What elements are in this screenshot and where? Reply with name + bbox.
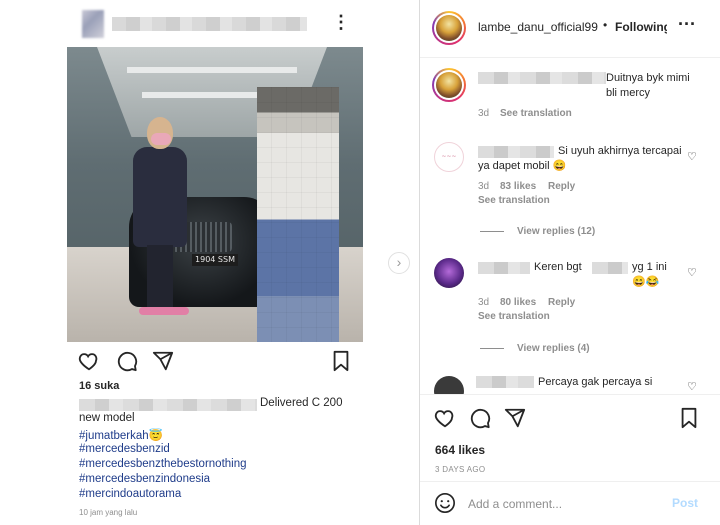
avatar[interactable]: ~~~ xyxy=(434,142,464,172)
caption-line: new model xyxy=(79,412,135,424)
hashtag-link[interactable]: #jumatberkah😇 xyxy=(79,428,163,442)
avatar[interactable] xyxy=(432,11,466,45)
license-plate: 1904 SSM xyxy=(192,254,238,266)
avatar[interactable] xyxy=(432,68,466,102)
comment-likes[interactable]: 83 likes xyxy=(500,181,536,192)
heart-icon[interactable]: ♡ xyxy=(687,380,697,393)
avatar[interactable] xyxy=(434,258,464,288)
post-action-bar xyxy=(78,350,353,374)
pixelated-person xyxy=(257,87,339,342)
next-image-arrow-icon[interactable]: › xyxy=(388,252,410,274)
heart-icon[interactable] xyxy=(434,407,456,429)
comment-icon[interactable] xyxy=(469,407,491,429)
heart-icon[interactable] xyxy=(78,350,100,372)
comment-text: Si uyuh akhirnya tercapai ya dapet mobil… xyxy=(478,145,682,172)
comment-text: Keren bgt xyxy=(534,261,582,273)
heart-icon[interactable]: ♡ xyxy=(687,150,697,163)
post-header: ⋮ xyxy=(72,8,362,40)
embedded-post-screenshot: ⋮ 1904 SSM 16 suka Delivered C 200 new m… xyxy=(0,0,420,525)
blurred-avatar xyxy=(82,10,104,38)
blurred-mention xyxy=(592,262,628,274)
reply-button[interactable]: Reply xyxy=(548,297,575,308)
heart-icon[interactable]: ♡ xyxy=(687,266,697,279)
comments-pane: lambe_danu_official99 • Following ··· Du… xyxy=(420,0,720,525)
person-figure xyxy=(129,117,189,317)
comment-item: Percaya gak percaya si ♡ xyxy=(420,372,720,394)
blurred-commenter xyxy=(476,376,534,388)
see-translation-link[interactable]: See translation xyxy=(500,108,572,119)
comment-text: yg 1 ini 😄😂 xyxy=(632,261,667,288)
view-replies-button[interactable]: View replies (4) xyxy=(517,343,590,354)
hashtag-link[interactable]: #mercedesbenzthebestornothing xyxy=(79,458,247,470)
view-replies-line xyxy=(480,348,504,349)
comment-time: 3d xyxy=(478,297,490,308)
share-icon[interactable] xyxy=(152,350,174,372)
avatar[interactable] xyxy=(434,376,464,394)
comment-icon[interactable] xyxy=(116,350,138,372)
view-replies-button[interactable]: View replies (12) xyxy=(517,226,595,237)
reply-button[interactable]: Reply xyxy=(548,181,575,192)
hashtag-link[interactable]: #mercindoautorama xyxy=(79,488,181,500)
comment-text: Percaya gak percaya si xyxy=(538,376,653,388)
see-translation-link[interactable]: See translation xyxy=(478,311,550,322)
comment-time: 3d xyxy=(478,181,490,192)
add-comment-input[interactable] xyxy=(468,495,668,513)
following-button[interactable]: Following xyxy=(615,20,667,34)
comment-time: 3d xyxy=(478,108,490,119)
hashtag-link[interactable]: #mercedesbenzid xyxy=(79,443,170,455)
caption-text: Delivered C 200 xyxy=(260,397,343,409)
emoji-icon[interactable] xyxy=(434,492,456,514)
separator-dot: • xyxy=(603,18,608,32)
see-translation-link[interactable]: See translation xyxy=(478,195,550,206)
post-header: lambe_danu_official99 • Following ··· xyxy=(420,0,720,58)
blurred-username xyxy=(112,17,307,31)
post-button[interactable]: Post xyxy=(672,496,698,510)
more-vertical-icon[interactable]: ⋮ xyxy=(332,12,350,33)
share-icon[interactable] xyxy=(504,407,526,429)
more-horizontal-icon[interactable]: ··· xyxy=(678,14,696,35)
bookmark-icon[interactable] xyxy=(679,407,699,429)
username-link[interactable]: lambe_danu_official99 xyxy=(478,20,598,34)
comment-text: Duitnya byk mimi bli mercy xyxy=(606,72,690,99)
blurred-commenter xyxy=(478,262,530,274)
post-action-bar: 664 likes 3 DAYS AGO Post xyxy=(420,394,720,525)
post-time: 10 jam yang lalu xyxy=(79,508,138,517)
view-replies-line xyxy=(480,231,504,232)
like-count[interactable]: 664 likes xyxy=(435,443,485,457)
post-photo: 1904 SSM xyxy=(67,47,363,342)
blurred-commenter xyxy=(478,72,606,84)
bookmark-icon[interactable] xyxy=(331,350,351,372)
comment-likes[interactable]: 80 likes xyxy=(500,297,536,308)
blurred-caption-author xyxy=(79,399,257,411)
hashtag-link[interactable]: #mercedesbenzindonesia xyxy=(79,473,210,485)
add-comment-bar: Post xyxy=(420,481,720,525)
like-count: 16 suka xyxy=(79,380,120,392)
post-date: 3 DAYS AGO xyxy=(435,465,486,474)
